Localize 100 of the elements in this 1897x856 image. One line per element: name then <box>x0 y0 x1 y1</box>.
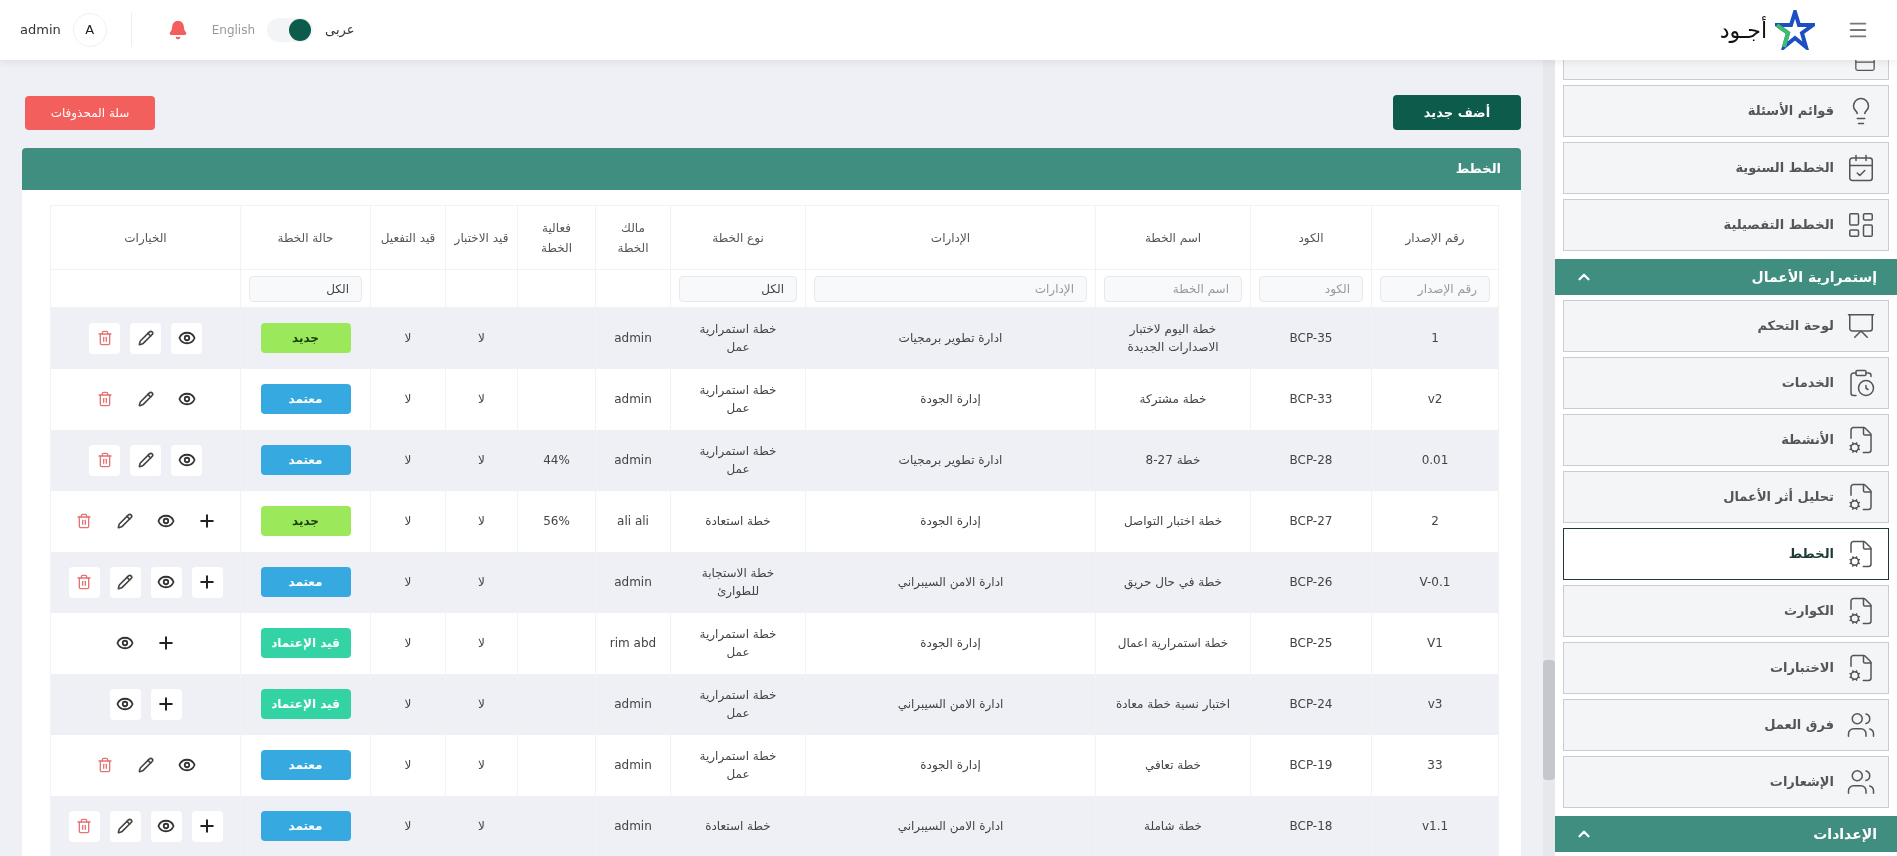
add-new-button[interactable]: أضف جديد <box>1393 95 1521 130</box>
table-cell-text: ادارة تطوير برمجيات <box>898 331 1003 346</box>
table-cell-text: خطة اختبار التواصل <box>1123 514 1223 528</box>
table-cell-text: لا <box>404 636 412 650</box>
table-cell-text: v1.1 <box>1421 819 1449 833</box>
sidebar-item[interactable]: الخطط التفصيلية <box>1563 199 1889 251</box>
table-cell-text: خطة تعافي <box>1144 758 1201 772</box>
panel-title: الخطط <box>1455 160 1501 179</box>
filter-field[interactable]: الكود <box>1259 275 1363 302</box>
menu-item-icon <box>1846 153 1876 183</box>
sidebar-item[interactable]: الخطط السنوية <box>1563 142 1889 194</box>
delete-button[interactable] <box>89 322 120 354</box>
table-cell-text: ادارة الامن السيبراني <box>897 697 1004 711</box>
status-badge: معتمد <box>260 750 351 780</box>
delete-button[interactable] <box>89 444 120 476</box>
edit-button[interactable] <box>130 444 161 476</box>
section-title: الإعدادات <box>1813 824 1877 844</box>
edit-button[interactable] <box>109 810 141 842</box>
column-header: فعالية الخطة <box>517 205 596 270</box>
sidebar-section-header[interactable]: إستمرارية الأعمال <box>1555 259 1897 295</box>
table-cell-text: خطة 27-8 <box>1145 453 1201 467</box>
table-cell-text: خطة استمرارية عمل <box>698 382 778 417</box>
table-cell-text: خطة مشتركة <box>1139 392 1207 406</box>
sidebar-item-label: الأنشطة <box>1781 430 1834 450</box>
table-cell-text: خطة استمرارية اعمال <box>1117 636 1229 650</box>
table-cell-text: لا <box>478 392 485 406</box>
user-name: admin <box>20 21 61 40</box>
sidebar-item-label: الكوارث <box>1783 602 1834 621</box>
table-cell-text: إدارة الجودة <box>920 514 981 528</box>
table-cell-text: BCP-19 <box>1289 758 1333 772</box>
pencil-icon <box>137 757 154 773</box>
status-badge: معتمد <box>260 445 351 475</box>
plus-icon <box>197 511 217 531</box>
eye-icon <box>157 512 175 530</box>
view-button[interactable] <box>109 688 141 720</box>
sidebar-item[interactable]: الخدمات <box>1563 357 1889 409</box>
pencil-icon <box>137 452 154 468</box>
scrollbar[interactable] <box>1543 60 1555 856</box>
sidebar-item-label: لوحة التحكم <box>1757 317 1834 336</box>
notification-bell-icon[interactable] <box>167 20 188 40</box>
table-cell-text: V1 <box>1427 636 1443 650</box>
language-toggle[interactable] <box>267 18 314 42</box>
sidebar-section-header[interactable]: الإعدادات <box>1555 816 1897 852</box>
status-badge: جديد <box>260 506 351 536</box>
sidebar-item[interactable]: الإشعارات <box>1563 756 1889 808</box>
sidebar-item[interactable]: لوحة التحكم <box>1563 300 1889 352</box>
sidebar-item[interactable]: فرق العمل <box>1563 699 1889 751</box>
add-button[interactable] <box>191 566 223 598</box>
filter-select[interactable]: الكل <box>679 275 797 302</box>
delete-button[interactable] <box>68 810 100 842</box>
sidebar-item[interactable]: الأنشطة <box>1563 414 1889 466</box>
sidebar-item-label: الاختبارات <box>1770 659 1834 678</box>
table-cell-text: BCP-35 <box>1289 331 1333 346</box>
edit-button[interactable] <box>109 566 141 598</box>
column-header: الكود <box>1250 205 1372 270</box>
add-button[interactable] <box>150 688 182 720</box>
table-cell-text: لا <box>478 514 485 528</box>
view-button[interactable] <box>171 444 202 476</box>
sidebar-item[interactable]: الكوارث <box>1563 585 1889 637</box>
table-cell-text: لا <box>404 819 412 833</box>
delete-button[interactable] <box>68 566 100 598</box>
status-badge: جديد <box>260 323 351 354</box>
table-cell-text: إدارة الجودة <box>920 758 981 772</box>
sidebar-item[interactable]: قوائم الأسئلة <box>1563 85 1889 137</box>
sidebar-item-label: تحليل أثر الأعمال <box>1723 487 1834 507</box>
table-cell-text: admin <box>614 575 652 589</box>
menu-item-icon <box>1846 767 1876 797</box>
table-cell-text: إدارة الجودة <box>920 392 981 406</box>
sidebar-item[interactable]: الخطط <box>1563 528 1889 580</box>
plus-icon <box>156 694 176 714</box>
table-cell-text: خطة في حال حريق <box>1123 575 1223 589</box>
sidebar-item[interactable]: الاختبارات <box>1563 642 1889 694</box>
view-button[interactable] <box>150 810 182 842</box>
view-button[interactable] <box>171 322 202 354</box>
menu-item-icon <box>1846 210 1876 240</box>
table-cell-text: 1 <box>1431 331 1439 346</box>
table-cell-text: BCP-25 <box>1289 636 1333 650</box>
table-cell-text: اختبار نسبة خطة معادة <box>1115 697 1231 711</box>
table-cell-text: لا <box>478 453 485 467</box>
view-button[interactable] <box>150 566 182 598</box>
status-badge: قيد الإعتماد <box>260 628 351 658</box>
filter-field[interactable]: الإدارات <box>814 275 1087 302</box>
plus-icon <box>197 572 217 592</box>
sidebar-item-label: الخدمات <box>1781 374 1834 393</box>
table-cell-text: لا <box>404 575 412 589</box>
add-button[interactable] <box>191 810 223 842</box>
table-cell-text: admin <box>614 819 652 833</box>
filter-select[interactable]: الكل <box>249 275 362 302</box>
table-cell-text: ادارة الامن السيبراني <box>897 819 1004 833</box>
column-header: قيد الاختبار <box>445 205 518 270</box>
filter-field[interactable]: رقم الإصدار <box>1380 275 1490 302</box>
column-header: مالك الخطة <box>595 205 671 270</box>
status-badge: معتمد <box>260 567 351 597</box>
table-cell-text: لا <box>404 453 412 467</box>
trash-icon <box>96 757 113 773</box>
edit-button[interactable] <box>130 322 161 354</box>
filter-field[interactable]: اسم الخطة <box>1104 275 1242 302</box>
sidebar-item[interactable]: تحليل أثر الأعمال <box>1563 471 1889 523</box>
menu-item-icon <box>1846 311 1876 341</box>
table-cell-text: ادارة تطوير برمجيات <box>898 453 1003 467</box>
